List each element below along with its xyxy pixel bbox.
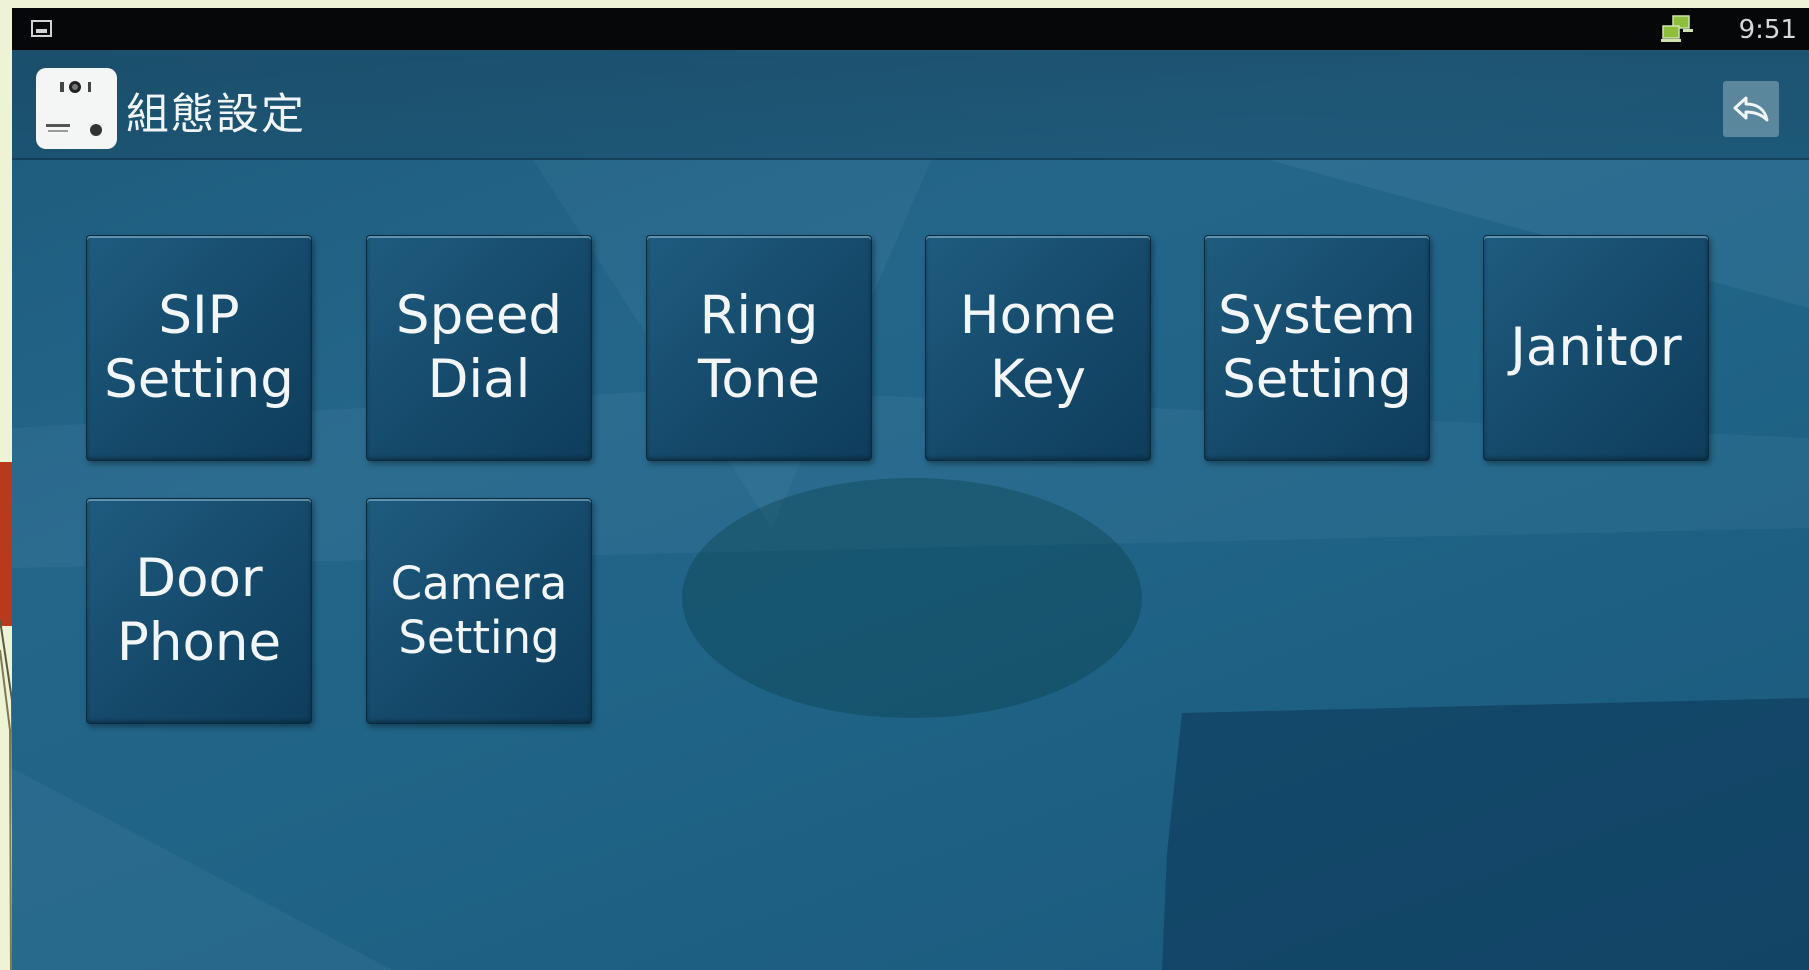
slide-decoration-red-bar [0, 462, 12, 626]
tile-label: Door Phone [116, 548, 282, 673]
back-arrow-icon [1733, 96, 1769, 122]
status-bar: 9:51 [12, 8, 1809, 50]
tile-label: Janitor [1510, 317, 1682, 379]
ring-tone-button[interactable]: Ring Tone [646, 235, 872, 461]
network-status-icon [1661, 15, 1693, 42]
tile-label: Camera Setting [390, 557, 568, 664]
image-notification-icon [31, 20, 52, 37]
tile-label: System Setting [1218, 285, 1416, 410]
door-phone-button[interactable]: Door Phone [86, 498, 312, 724]
speed-dial-button[interactable]: Speed Dial [366, 235, 592, 461]
page-title: 組態設定 [126, 90, 306, 140]
tile-label: Ring Tone [698, 285, 820, 410]
tile-label: Home Key [959, 285, 1117, 410]
action-bar: 組態設定 [12, 50, 1809, 160]
camera-setting-button[interactable]: Camera Setting [366, 498, 592, 724]
v-bell-app-icon[interactable] [36, 68, 117, 149]
status-clock: 9:51 [1738, 15, 1797, 45]
tile-label: SIP Setting [104, 285, 294, 410]
system-setting-button[interactable]: System Setting [1204, 235, 1430, 461]
sip-setting-button[interactable]: SIP Setting [86, 235, 312, 461]
home-key-button[interactable]: Home Key [925, 235, 1151, 461]
tablet-screen: 9:51 組態設定 SIP Setting Speed Dial Ring To… [12, 8, 1809, 970]
janitor-button[interactable]: Janitor [1483, 235, 1709, 461]
back-button[interactable] [1723, 81, 1779, 137]
tile-label: Speed Dial [395, 285, 563, 410]
